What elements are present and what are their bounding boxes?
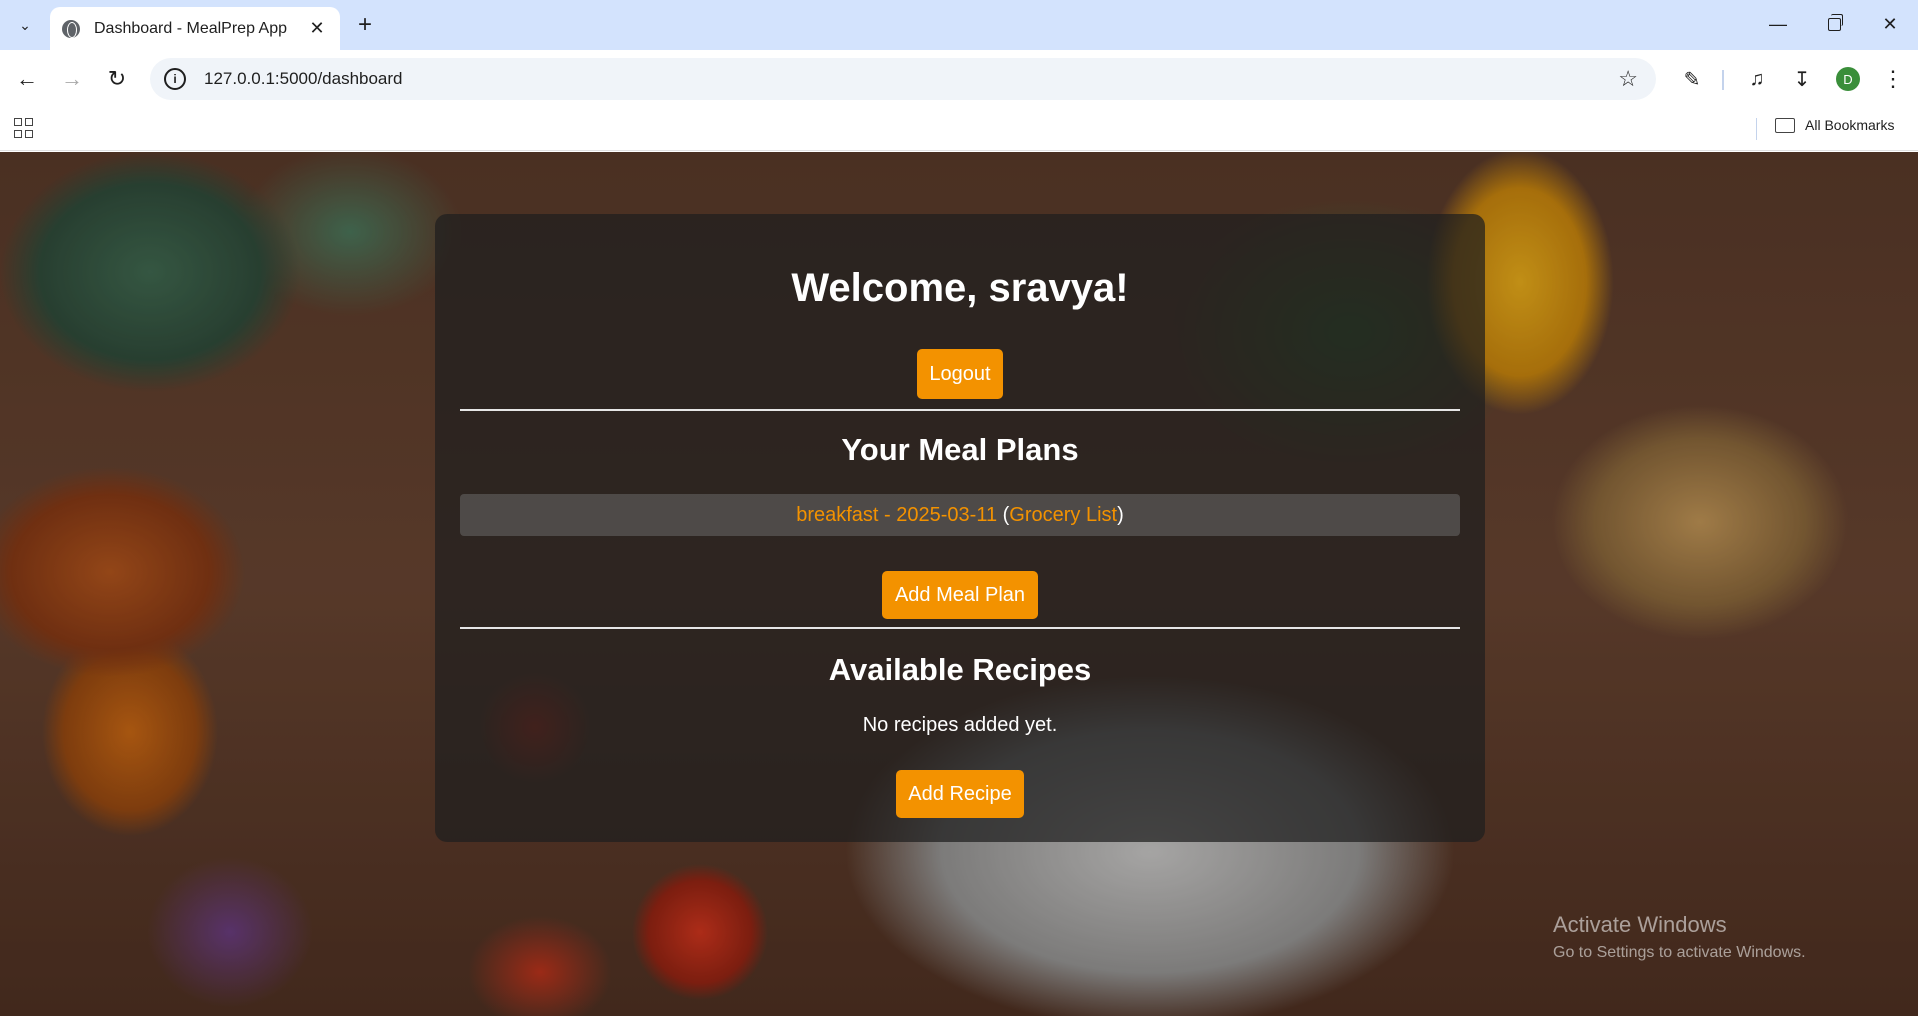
restore-icon[interactable]: [1811, 6, 1857, 42]
bookmarks-divider: [1756, 118, 1757, 140]
tab-strip: ⌄ Dashboard - MealPrep App ✕ + — ✕: [0, 0, 1918, 50]
close-tab-icon[interactable]: ✕: [306, 18, 328, 39]
url-text[interactable]: 127.0.0.1:5000/dashboard: [204, 69, 1618, 89]
add-recipe-button[interactable]: Add Recipe: [896, 770, 1024, 818]
recipes-heading: Available Recipes: [828, 652, 1092, 687]
welcome-heading: Welcome, sravya!: [791, 266, 1129, 310]
kebab-menu-icon[interactable]: ⋮: [1876, 62, 1910, 96]
meal-plans-heading: Your Meal Plans: [841, 432, 1079, 467]
meal-plan-link[interactable]: breakfast - 2025-03-11: [796, 504, 997, 527]
no-recipes-text: No recipes added yet.: [862, 714, 1058, 736]
meal-plan-item: breakfast - 2025-03-11 ( Grocery List ): [460, 494, 1460, 536]
grocery-list-link[interactable]: Grocery List: [1009, 504, 1117, 527]
minimize-icon[interactable]: —: [1755, 6, 1801, 42]
paren-close: ): [1117, 503, 1124, 526]
logout-button[interactable]: Logout: [917, 349, 1003, 399]
watermark-title: Activate Windows: [1553, 912, 1727, 937]
all-bookmarks-label: All Bookmarks: [1805, 117, 1895, 133]
globe-icon: [62, 19, 80, 38]
all-bookmarks-button[interactable]: All Bookmarks: [1775, 117, 1894, 133]
add-meal-plan-button[interactable]: Add Meal Plan: [882, 571, 1038, 619]
profile-avatar[interactable]: D: [1836, 67, 1860, 91]
dashboard-card: Welcome, sravya! Logout Your Meal Plans …: [435, 214, 1485, 842]
toolbar-divider: [1722, 70, 1724, 90]
extensions-puzzle-icon[interactable]: ✎: [1675, 62, 1709, 96]
bookmarks-bar: All Bookmarks: [0, 108, 1918, 151]
media-control-icon[interactable]: ♫: [1740, 62, 1774, 96]
activate-windows-watermark: Activate Windows Go to Settings to activ…: [1553, 912, 1806, 962]
tab-search-chevron-icon[interactable]: ⌄: [10, 10, 40, 40]
watermark-subtitle: Go to Settings to activate Windows.: [1553, 944, 1806, 961]
back-arrow-icon[interactable]: ←: [10, 62, 44, 96]
apps-grid-icon[interactable]: [14, 118, 34, 138]
tab-title: Dashboard - MealPrep App: [94, 19, 287, 37]
close-window-icon[interactable]: ✕: [1867, 6, 1913, 42]
address-bar[interactable]: i 127.0.0.1:5000/dashboard ☆: [150, 58, 1656, 100]
site-info-icon[interactable]: i: [164, 68, 186, 90]
new-tab-plus-icon[interactable]: +: [350, 10, 380, 40]
forward-arrow-icon[interactable]: →: [55, 62, 89, 96]
folder-icon: [1775, 117, 1795, 133]
divider: [460, 627, 1460, 629]
download-icon[interactable]: ↧: [1785, 62, 1819, 96]
divider: [460, 409, 1460, 411]
bookmark-star-icon[interactable]: ☆: [1618, 66, 1638, 92]
page-background: Welcome, sravya! Logout Your Meal Plans …: [0, 152, 1918, 1016]
paren-open: (: [997, 503, 1010, 526]
tab-dashboard[interactable]: Dashboard - MealPrep App ✕: [50, 7, 340, 50]
browser-toolbar: ← → ↻ i 127.0.0.1:5000/dashboard ☆ ✎ ♫ ↧…: [0, 50, 1918, 108]
reload-icon[interactable]: ↻: [100, 62, 134, 96]
